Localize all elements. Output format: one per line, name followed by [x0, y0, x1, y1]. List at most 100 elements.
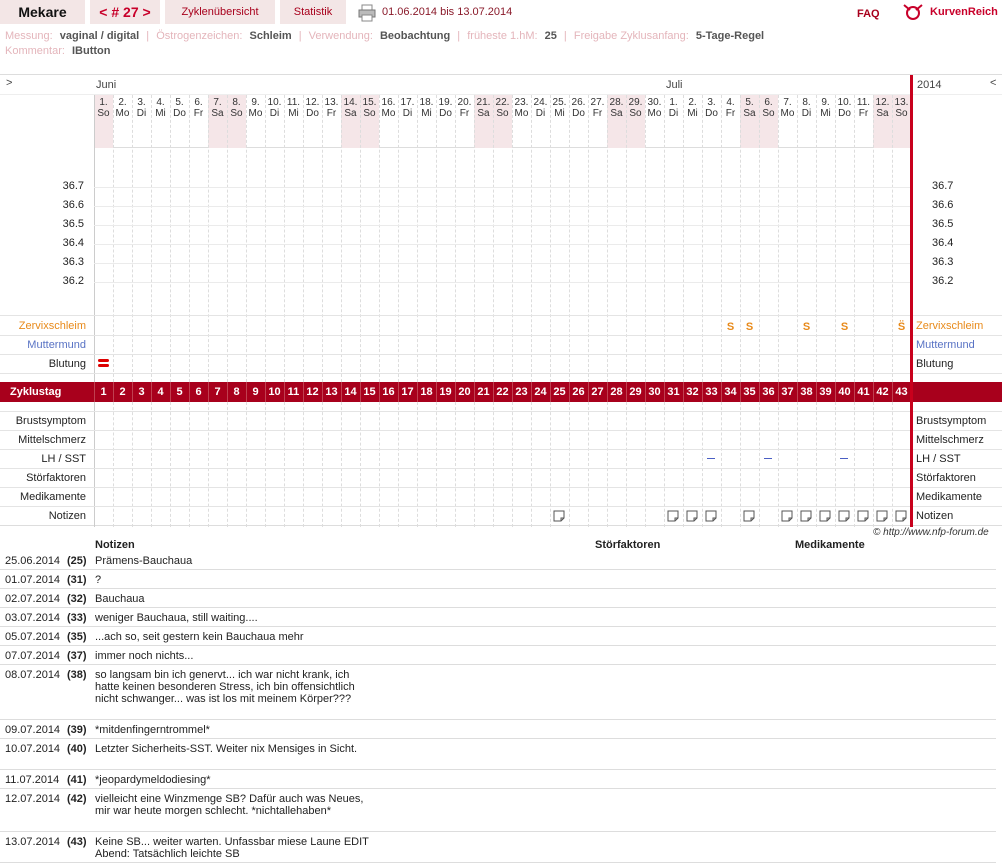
faq-link[interactable]: FAQ	[857, 8, 880, 20]
day-column-header: 5. Sa	[740, 95, 759, 148]
mucus-mark[interactable]: S	[835, 321, 854, 333]
weekday: Mi	[554, 108, 565, 119]
note-row: 25.06.2014 (25) Prämens-Bauchaua	[0, 553, 996, 570]
mucus-mark[interactable]: S̈	[892, 321, 911, 333]
bleeding-mark-icon[interactable]	[97, 358, 111, 368]
cycle-day-separator	[873, 382, 874, 402]
weekday: Sa	[477, 108, 490, 119]
note-icon[interactable]	[838, 510, 850, 522]
temperature-label-right: 36.3	[932, 256, 954, 268]
cycle-navigator[interactable]: < # 27 >	[90, 0, 160, 24]
day-gridline	[417, 402, 418, 527]
note-date: 02.07.2014	[5, 593, 61, 605]
note-icon[interactable]	[857, 510, 869, 522]
lh-test-mark[interactable]	[840, 458, 848, 459]
day-gridline	[512, 402, 513, 527]
kurvenreich-logo[interactable]: KurvenReich	[902, 2, 1002, 22]
day-column-header: 8. Di	[797, 95, 816, 148]
lh-test-mark[interactable]	[707, 458, 715, 459]
day-column-header: 28. Sa	[607, 95, 626, 148]
cycle-day-number: 12	[306, 386, 319, 398]
day-gridline	[379, 402, 380, 527]
note-date: 07.07.2014	[5, 650, 61, 662]
day-gridline	[892, 402, 893, 527]
month-july: Juli	[666, 79, 683, 91]
day-column-header: 5. Do	[170, 95, 189, 148]
temperature-label-right: 36.4	[932, 237, 954, 249]
day-gridline	[246, 402, 247, 527]
day-gridline	[246, 95, 247, 382]
cycle-day-separator	[683, 382, 684, 402]
tab-statistics[interactable]: Statistik	[280, 0, 346, 24]
day-gridline	[493, 95, 494, 382]
day-number: 27.	[590, 97, 605, 108]
day-gridline	[398, 95, 399, 382]
cycle-day-separator	[284, 382, 285, 402]
cycle-day-number: 25	[553, 386, 566, 398]
note-icon[interactable]	[667, 510, 679, 522]
note-cycle-day: (41)	[67, 774, 87, 786]
day-column-header: 7. Sa	[208, 95, 227, 148]
note-text: weniger Bauchaua, still waiting....	[95, 612, 258, 624]
day-gridline	[873, 402, 874, 527]
user-name: Mekare	[0, 0, 85, 24]
cycle-day-separator	[455, 382, 456, 402]
day-gridline	[816, 95, 817, 382]
lh-test-mark[interactable]	[764, 458, 772, 459]
day-number: 14.	[343, 97, 358, 108]
cycle-day-number: 41	[857, 386, 870, 398]
note-icon[interactable]	[686, 510, 698, 522]
note-icon[interactable]	[876, 510, 888, 522]
cycle-day-separator	[588, 382, 589, 402]
day-gridline	[227, 402, 228, 527]
day-gridline	[284, 402, 285, 527]
note-text: Letzter Sicherheits-SST. Weiter nix Mens…	[95, 743, 358, 755]
separator: |	[563, 30, 567, 42]
cycle-day-number: 32	[686, 386, 699, 398]
nav-right-arrow[interactable]: <	[990, 77, 996, 89]
day-column-header: 19. Do	[436, 95, 455, 148]
cycle-day-number: 27	[591, 386, 604, 398]
day-column-header: 11. Mi	[284, 95, 303, 148]
day-column-header: 2. Mi	[683, 95, 702, 148]
messung-value: vaginal / digital	[59, 30, 140, 42]
note-icon[interactable]	[705, 510, 717, 522]
note-text: Keine SB... weiter warten. Unfassbar mie…	[95, 836, 369, 860]
weekday: Mo	[248, 108, 263, 119]
note-icon[interactable]	[553, 510, 565, 522]
weekday: Do	[439, 108, 452, 119]
day-gridline	[607, 95, 608, 382]
day-number: 8.	[232, 97, 241, 108]
note-text: *jeopardymeldodiesing*	[95, 774, 211, 786]
note-icon[interactable]	[743, 510, 755, 522]
cycle-day-separator	[474, 382, 475, 402]
cycle-day-separator	[816, 382, 817, 402]
day-column-header: 27. Fr	[588, 95, 607, 148]
tab-cycle-overview[interactable]: Zyklenübersicht	[165, 0, 275, 24]
note-icon[interactable]	[781, 510, 793, 522]
cycle-day-number: 36	[762, 386, 775, 398]
weekday: Di	[668, 108, 679, 119]
cycle-day-separator	[132, 382, 133, 402]
day-column-header: 26. Do	[569, 95, 588, 148]
day-gridline	[512, 95, 513, 382]
cycle-day-separator	[531, 382, 532, 402]
mucus-mark[interactable]: S	[740, 321, 759, 333]
note-icon[interactable]	[819, 510, 831, 522]
mucus-mark[interactable]: S	[721, 321, 740, 333]
cycle-day-separator	[398, 382, 399, 402]
day-gridline	[379, 95, 380, 382]
logo-text: KurvenReich	[930, 6, 998, 18]
row-separator	[0, 335, 1002, 336]
note-icon[interactable]	[895, 510, 907, 522]
nav-left-arrow[interactable]: >	[6, 77, 12, 89]
note-row: 01.07.2014 (31)?	[0, 572, 996, 589]
cycle-day-separator	[436, 382, 437, 402]
note-icon[interactable]	[800, 510, 812, 522]
mucus-mark[interactable]: S	[797, 321, 816, 333]
cycle-day-number: 42	[876, 386, 889, 398]
day-gridline	[322, 95, 323, 382]
cycle-day-number: 26	[572, 386, 585, 398]
printer-icon[interactable]	[358, 4, 376, 22]
row-label-notizen-right: Notizen	[916, 510, 954, 522]
